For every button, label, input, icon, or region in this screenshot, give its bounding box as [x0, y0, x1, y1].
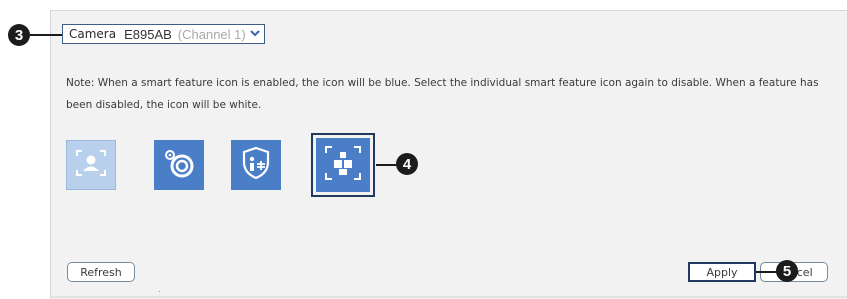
- camera-label: Camera: [69, 27, 117, 41]
- shield-person-icon: [241, 146, 271, 184]
- camera-lens-icon: [162, 146, 196, 184]
- camera-dropdown[interactable]: E895AB (Channel 1): [124, 27, 260, 42]
- person-detection-icon: [75, 149, 107, 181]
- callout-5: 5: [776, 260, 798, 282]
- panel-bottom-border: [50, 296, 847, 298]
- camera-name: E895AB: [124, 26, 172, 42]
- callout-3: 3: [8, 24, 30, 46]
- divider-mark: [159, 291, 160, 292]
- feature-note: Note: When a smart feature icon is enabl…: [66, 77, 819, 111]
- refresh-button[interactable]: Refresh: [67, 262, 135, 282]
- callout-4-line: [376, 164, 398, 166]
- callout-5-line: [756, 271, 778, 273]
- camera-selector[interactable]: Camera E895AB (Channel 1): [62, 24, 265, 44]
- chevron-down-icon[interactable]: [250, 29, 260, 40]
- callout-4: 4: [396, 153, 418, 175]
- feature-person-detection[interactable]: [66, 140, 116, 190]
- camera-channel: (Channel 1): [177, 26, 246, 42]
- feature-shield-person[interactable]: [231, 140, 281, 190]
- feature-camera-lens[interactable]: [154, 140, 204, 190]
- callout-3-line: [30, 34, 62, 36]
- object-boxes-icon: [324, 145, 362, 185]
- apply-button[interactable]: Apply: [688, 262, 756, 282]
- feature-object-boxes[interactable]: [311, 133, 375, 197]
